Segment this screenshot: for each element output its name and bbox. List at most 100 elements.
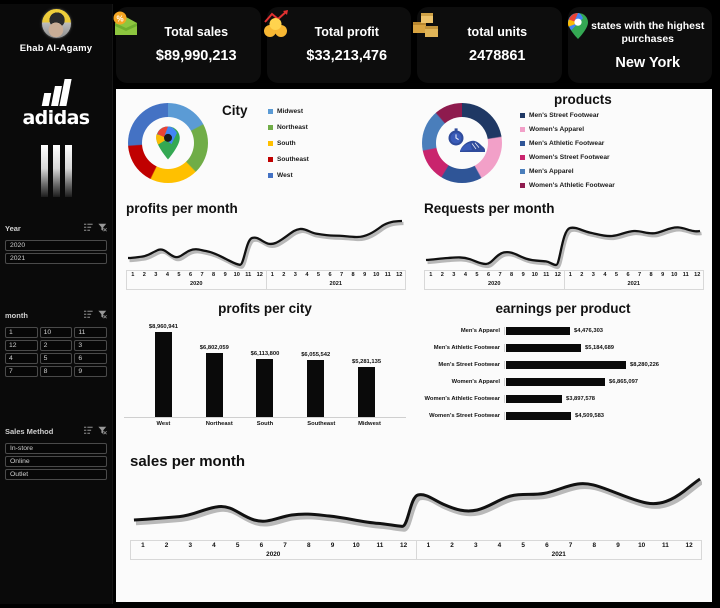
- filter-month-option[interactable]: 10: [39, 327, 73, 338]
- axis-tick: 5: [475, 272, 479, 278]
- legend-swatch: [268, 172, 273, 178]
- legend-item[interactable]: Northeast: [268, 124, 309, 131]
- clear-filter-icon[interactable]: [98, 422, 107, 440]
- axis-group-label: 2020: [488, 281, 501, 287]
- requests-per-month-title: Requests per month: [424, 201, 555, 216]
- filter-month-option[interactable]: 8: [39, 366, 73, 377]
- filter-month-option[interactable]: 7: [5, 366, 38, 377]
- chart-profits-per-month[interactable]: profits per month 1 2 3 4 5 6 7 8 9 10 1…: [116, 197, 414, 297]
- category-label: Women's Apparel: [451, 378, 500, 385]
- filter-year: Year 2020 2021: [0, 219, 112, 264]
- filter-sales-method-header: Sales Method: [5, 422, 107, 440]
- bar-row[interactable]: Men's Athletic Footwear $5,184,689: [418, 339, 706, 356]
- sort-list-icon[interactable]: [84, 219, 93, 237]
- main-content: % Total sales $89,990,213 Total profit $…: [113, 4, 714, 604]
- axis-tick: 8: [592, 542, 597, 549]
- chart-profits-per-city[interactable]: profits per city $8,960,941 $6,802,059 $…: [116, 297, 414, 447]
- boxes-icon: [410, 9, 444, 43]
- legend-label: Women's Street Footwear: [529, 153, 610, 161]
- filter-month-option[interactable]: 2: [39, 340, 73, 351]
- bar-row[interactable]: Men's Street Footwear $8,280,226: [418, 356, 706, 373]
- axis-tick: 11: [543, 272, 550, 278]
- bar-row[interactable]: Men's Apparel $4,476,303: [418, 322, 706, 339]
- axis-tick: 4: [212, 542, 216, 549]
- legend-item[interactable]: Women's Athletic Footwear: [520, 182, 615, 189]
- axis-tick: 8: [649, 272, 653, 278]
- chart-earnings-per-product[interactable]: earnings per product Men's Apparel $4,47…: [414, 297, 712, 447]
- legend-swatch: [268, 156, 273, 162]
- legend-swatch: [520, 168, 525, 174]
- filter-month-option[interactable]: 11: [74, 327, 107, 338]
- bar-row[interactable]: Women's Street Footwear $4,509,583: [418, 407, 706, 424]
- legend-item[interactable]: Men's Apparel: [520, 168, 615, 175]
- bar: [256, 359, 274, 417]
- legend-item[interactable]: Men's Athletic Footwear: [520, 140, 615, 147]
- axis-tick: 5: [177, 272, 181, 278]
- category-label: Women's Athletic Footwear: [424, 395, 500, 402]
- bar-column[interactable]: $6,802,059: [200, 320, 229, 417]
- legend-label: Southeast: [277, 155, 309, 163]
- legend-item[interactable]: Women's Street Footwear: [520, 154, 615, 161]
- kpi-total-sales-label: Total sales: [164, 25, 229, 39]
- axis-ticks: 1 2 3 4 5 6 7 8 9 10 11 12: [425, 271, 564, 280]
- chart-requests-per-month[interactable]: Requests per month 1 2 3 4 5 6 7 8 9 10 …: [414, 197, 712, 297]
- axis-ticks: 1 2 3 4 5 6 7 8 9 10 11 12: [127, 271, 266, 280]
- sort-list-icon[interactable]: [84, 422, 93, 440]
- requests-per-month-axis: 1 2 3 4 5 6 7 8 9 10 11 12 2020 1 2 3 4 …: [424, 270, 704, 290]
- axis-tick: 12: [396, 272, 403, 278]
- legend-item[interactable]: West: [268, 172, 309, 179]
- axis-tick: 1: [429, 272, 433, 278]
- legend-item[interactable]: South: [268, 140, 309, 147]
- filter-year-option[interactable]: 2020: [5, 240, 107, 251]
- bar-column[interactable]: $6,055,542: [301, 320, 330, 417]
- filter-sales-method-option[interactable]: Online: [5, 456, 107, 467]
- chart-sales-per-month[interactable]: sales per month 1 2 3 4 5 6 7 8 9 10 11 …: [116, 447, 712, 602]
- axis-tick: 10: [352, 542, 360, 549]
- kpi-total-sales[interactable]: % Total sales $89,990,213: [113, 7, 261, 83]
- axis-group-2020: 1 2 3 4 5 6 7 8 9 10 11 12 2020: [424, 270, 564, 290]
- kpi-top-state[interactable]: states with the highest purchases New Yo…: [567, 7, 712, 83]
- bar: [307, 360, 325, 417]
- bar-column[interactable]: $6,113,800: [251, 320, 279, 417]
- bar-row[interactable]: Women's Athletic Footwear $3,897,578: [418, 390, 706, 407]
- kpi-total-units[interactable]: total units 2478861: [413, 7, 562, 83]
- bar-value-label: $6,055,542: [301, 352, 331, 358]
- clear-filter-icon[interactable]: [98, 306, 107, 324]
- sort-list-icon[interactable]: [84, 306, 93, 324]
- filter-month-option[interactable]: 9: [74, 366, 107, 377]
- filter-month-option[interactable]: 5: [39, 353, 73, 364]
- shoe-stopwatch-icon: [442, 123, 485, 163]
- filter-month-option[interactable]: 12: [5, 340, 38, 351]
- report-canvas: City Midwest Northeast South Southeast W…: [116, 89, 712, 602]
- filter-month-option[interactable]: 3: [74, 340, 107, 351]
- chart-city-donut[interactable]: City Midwest Northeast South Southeast W…: [116, 89, 414, 197]
- legend-item[interactable]: Midwest: [268, 108, 309, 115]
- kpi-total-profit[interactable]: Total profit $33,213,476: [263, 7, 411, 83]
- filter-month-option[interactable]: 4: [5, 353, 38, 364]
- legend-label: West: [277, 171, 293, 179]
- filter-sales-method-option[interactable]: Outlet: [5, 469, 107, 480]
- profits-per-city-title: profits per city: [218, 301, 312, 316]
- filter-month-option[interactable]: 6: [74, 353, 107, 364]
- chart-products-donut[interactable]: products Men's Street Footwear Women's A…: [414, 89, 712, 197]
- clear-filter-icon[interactable]: [98, 219, 107, 237]
- bar-row[interactable]: Women's Apparel $6,865,097: [418, 373, 706, 390]
- bar-value-label: $5,184,689: [585, 344, 615, 351]
- profit-coins-icon: [260, 9, 294, 43]
- products-donut-graphic: [422, 103, 502, 183]
- axis-tick: 11: [384, 272, 391, 278]
- map-pin-icon: [561, 9, 595, 43]
- axis-tick: 4: [463, 272, 467, 278]
- filter-year-header: Year: [5, 219, 107, 237]
- filter-month-option[interactable]: 1: [5, 327, 38, 338]
- legend-item[interactable]: Southeast: [268, 156, 309, 163]
- bar-column[interactable]: $8,960,941: [149, 320, 178, 417]
- earnings-per-product-title: earnings per product: [495, 301, 631, 316]
- bar-column[interactable]: $5,281,135: [352, 320, 381, 417]
- legend-item[interactable]: Men's Street Footwear: [520, 112, 615, 119]
- axis-tick: 8: [306, 542, 311, 549]
- filter-sales-method-option[interactable]: In-store: [5, 443, 107, 454]
- kpi-row: % Total sales $89,990,213 Total profit $…: [113, 7, 714, 83]
- legend-item[interactable]: Women's Apparel: [520, 126, 615, 133]
- filter-year-option[interactable]: 2021: [5, 253, 107, 264]
